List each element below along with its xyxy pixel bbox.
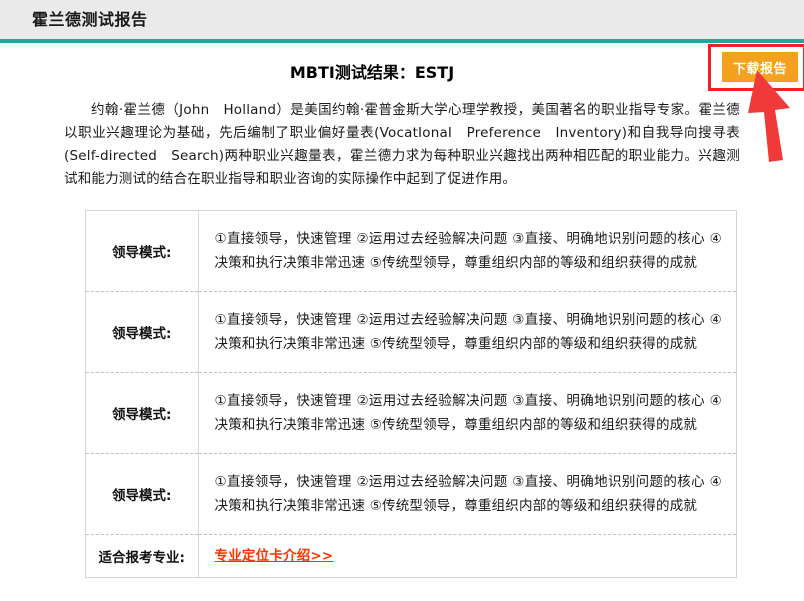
table-row: 领导模式: ①直接领导，快速管理 ②运用过去经验解决问题 ③直接、明确地识别问题… — [86, 372, 736, 454]
major-positioning-card-link[interactable]: 专业定位卡介绍>> — [215, 548, 334, 564]
row-label: 领导模式: — [86, 291, 199, 373]
intro-paragraph: 约翰·霍兰德（John Holland）是美国约翰·霍普金斯大学心理学教授，美国… — [64, 102, 740, 187]
row-value: ①直接领导，快速管理 ②运用过去经验解决问题 ③直接、明确地识别问题的核心 ④决… — [198, 372, 736, 454]
mbti-result-title: MBTI测试结果：ESTJ — [289, 63, 455, 82]
row-value: ①直接领导，快速管理 ②运用过去经验解决问题 ③直接、明确地识别问题的核心 ④决… — [198, 453, 736, 535]
row-value: ①直接领导，快速管理 ②运用过去经验解决问题 ③直接、明确地识别问题的核心 ④决… — [214, 231, 722, 271]
report-table-body: 领导模式: ①直接领导，快速管理 ②运用过去经验解决问题 ③直接、明确地识别问题… — [86, 211, 736, 577]
report-table: 领导模式: ①直接领导，快速管理 ②运用过去经验解决问题 ③直接、明确地识别问题… — [86, 211, 736, 577]
table-row: 领导模式: ①直接领导，快速管理 ②运用过去经验解决问题 ③直接、明确地识别问题… — [86, 453, 736, 535]
row-label: 适合报考专业: — [86, 534, 199, 577]
row-label: 领导模式: — [86, 453, 199, 535]
row-value: ①直接领导，快速管理 ②运用过去经验解决问题 ③直接、明确地识别问题的核心 ④决… — [198, 291, 736, 373]
row-label: 领导模式: — [86, 211, 199, 292]
page-header: 霍兰德测试报告 — [0, 0, 804, 43]
result-title-bar: MBTI测试结果：ESTJ — [0, 43, 804, 95]
download-report-button[interactable]: 下载报告 — [722, 52, 798, 82]
row-label: 领导模式: — [86, 372, 199, 454]
report-table-container: 领导模式: ①直接领导，快速管理 ②运用过去经验解决问题 ③直接、明确地识别问题… — [85, 210, 737, 578]
table-row: 领导模式: ①直接领导，快速管理 ②运用过去经验解决问题 ③直接、明确地识别问题… — [86, 211, 736, 292]
page-title: 霍兰德测试报告 — [32, 9, 148, 29]
table-row: 适合报考专业: 专业定位卡介绍>> — [86, 534, 736, 577]
table-row: 领导模式: ①直接领导，快速管理 ②运用过去经验解决问题 ③直接、明确地识别问题… — [86, 291, 736, 373]
row-value: 专业定位卡介绍>> — [198, 534, 736, 577]
